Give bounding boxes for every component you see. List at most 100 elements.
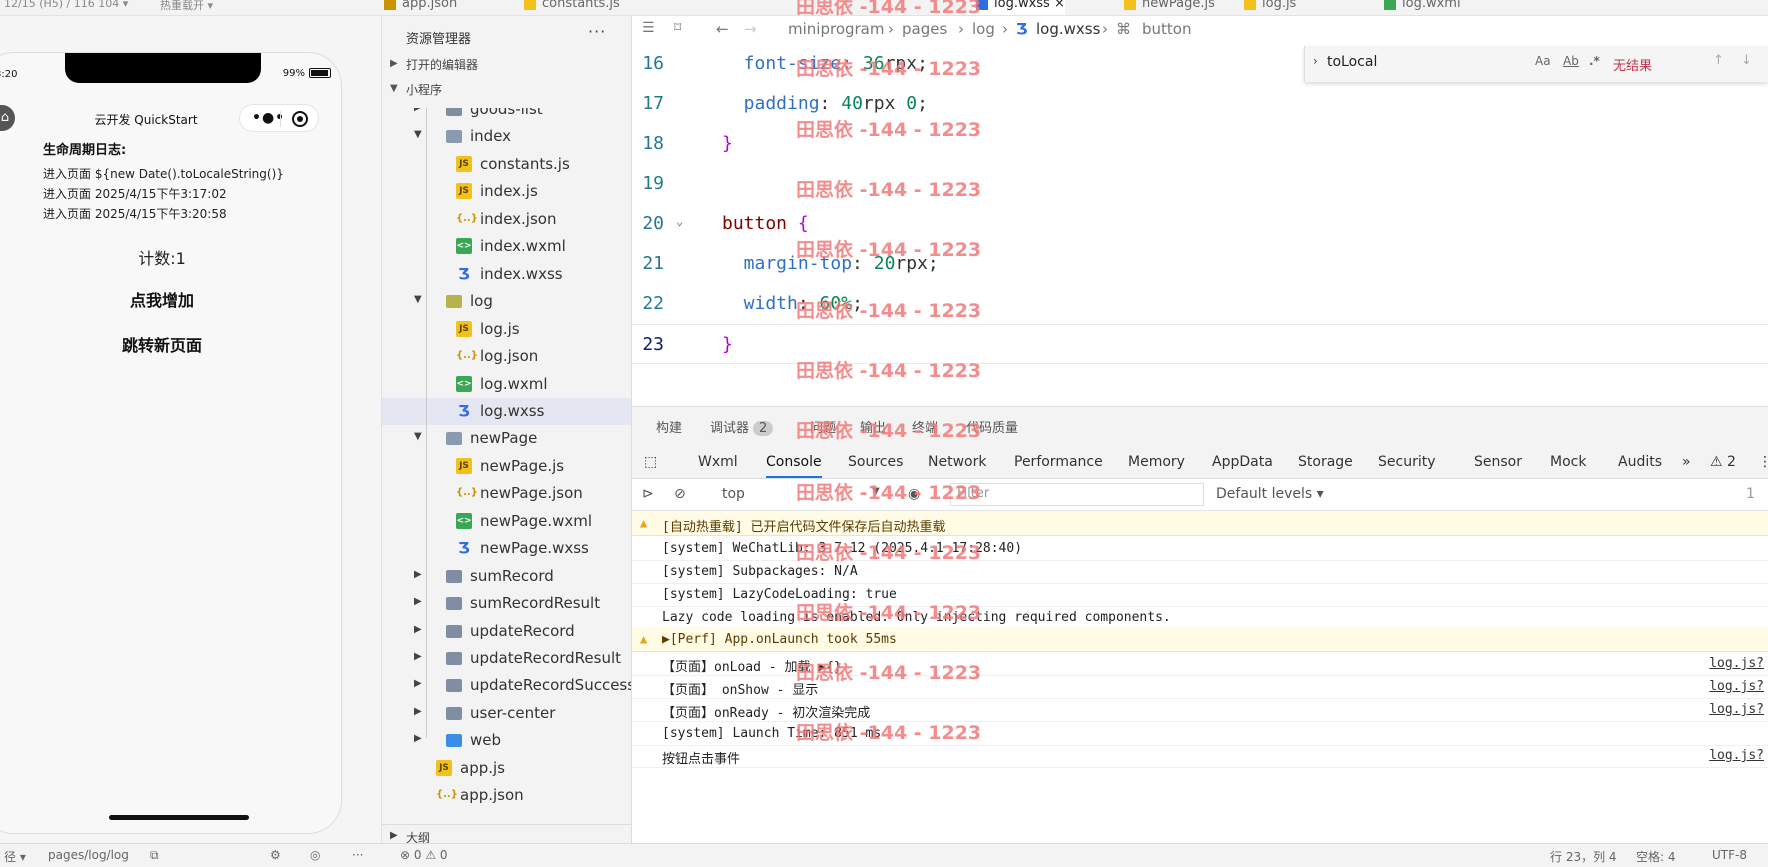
tree-file[interactable]: <> newPage.wxml bbox=[382, 508, 631, 535]
tree-folder[interactable]: ▶ user-center bbox=[382, 700, 631, 727]
tree-file[interactable]: {..} app.json bbox=[382, 782, 631, 809]
console-message[interactable]: [system] Launch Time: 851 ms bbox=[662, 726, 881, 741]
tree-file[interactable]: {..} index.json bbox=[382, 206, 631, 233]
eye-icon[interactable]: ◉ bbox=[908, 486, 920, 502]
console-message[interactable]: [system] LazyCodeLoading: true bbox=[662, 587, 897, 602]
console-message[interactable]: 【页面】onLoad - 加载 ▶{} bbox=[662, 656, 842, 675]
tree-folder[interactable]: ▼ log bbox=[382, 288, 631, 315]
tree-file[interactable]: JS log.js bbox=[382, 316, 631, 343]
regex-icon[interactable]: .* bbox=[1589, 54, 1600, 68]
context-select[interactable]: top bbox=[722, 486, 745, 502]
console-message[interactable]: [自动热重载] 已开启代码文件保存后自动热重载 bbox=[662, 516, 945, 535]
devtools-tab-audits[interactable]: Audits bbox=[1618, 454, 1662, 470]
outline-section[interactable]: ▶ 大纲 bbox=[382, 824, 631, 843]
file-tab[interactable]: constants.js bbox=[520, 0, 620, 15]
status-spaces[interactable]: 空格: 4 bbox=[1636, 848, 1676, 865]
tree-file[interactable]: JS constants.js bbox=[382, 151, 631, 178]
forward-arrow-icon[interactable]: → bbox=[744, 20, 757, 38]
tree-file[interactable]: JS index.js bbox=[382, 178, 631, 205]
back-arrow-icon[interactable]: ← bbox=[716, 20, 729, 38]
tree-file[interactable]: {..} newPage.json bbox=[382, 480, 631, 507]
breadcrumb-item[interactable]: log bbox=[972, 20, 995, 38]
console-message[interactable]: [system] WeChatLib: 3.7.12 (2025.4.1 17:… bbox=[662, 541, 1022, 556]
devtools-tab-performance[interactable]: Performance bbox=[1014, 454, 1103, 470]
tree-file[interactable]: Ʒindex.wxss bbox=[382, 261, 631, 288]
tab-problems[interactable]: 问题 bbox=[810, 417, 836, 436]
tree-folder[interactable]: ▼ index bbox=[382, 123, 631, 150]
settings-icon[interactable]: ⋮ bbox=[1758, 454, 1768, 470]
explorer-more-icon[interactable]: ··· bbox=[588, 22, 606, 41]
tree-file[interactable]: {..} log.json bbox=[382, 343, 631, 370]
close-miniprogram-icon[interactable] bbox=[292, 111, 308, 127]
file-tab[interactable]: newPage.js bbox=[1120, 0, 1215, 15]
code-line[interactable]: 21 margin-top: 20rpx; bbox=[632, 244, 1768, 284]
hot-reload-select[interactable]: 热重载开 ▾ bbox=[160, 0, 213, 13]
console-message[interactable]: 【页面】onReady - 初次渲染完成 bbox=[662, 702, 870, 721]
list-icon[interactable]: ☰ bbox=[642, 20, 655, 36]
file-tab[interactable]: log.wxml bbox=[1380, 0, 1461, 15]
status-position[interactable]: 行 23，列 4 bbox=[1550, 848, 1617, 865]
tree-folder[interactable]: ▼ newPage bbox=[382, 425, 631, 452]
tab-code-quality[interactable]: 代码质量 bbox=[966, 417, 1018, 436]
close-icon[interactable]: × bbox=[1050, 0, 1065, 11]
find-input[interactable]: toLocal bbox=[1327, 54, 1377, 70]
console-message[interactable]: 按钮点击事件 bbox=[662, 748, 740, 767]
tree-file[interactable]: Ʒlog.wxss bbox=[382, 397, 631, 425]
whole-word-icon[interactable]: Ab bbox=[1563, 54, 1579, 68]
toggle-replace-icon[interactable]: › bbox=[1313, 54, 1318, 68]
devtools-tab-memory[interactable]: Memory bbox=[1128, 454, 1185, 470]
tree-folder[interactable]: ▶ updateRecord bbox=[382, 618, 631, 645]
code-line[interactable]: 20 ⌄ button { bbox=[632, 204, 1768, 244]
devtools-tab-console[interactable]: Console bbox=[766, 454, 822, 478]
inspect-icon[interactable]: ⬚ bbox=[644, 454, 657, 470]
filter-input[interactable]: Filter bbox=[950, 483, 1204, 506]
fold-chevron-icon[interactable]: ⌄ bbox=[676, 214, 683, 228]
code-line[interactable]: 18} bbox=[632, 124, 1768, 164]
code-line[interactable]: 19 bbox=[632, 164, 1768, 204]
tree-folder[interactable]: ▶ web bbox=[382, 727, 631, 754]
tab-terminal[interactable]: 终端 bbox=[912, 417, 938, 436]
project-section[interactable]: ▼ 小程序 bbox=[382, 81, 631, 103]
settings-icon[interactable]: ⚙ bbox=[270, 848, 281, 862]
status-encoding[interactable]: UTF-8 bbox=[1712, 848, 1747, 862]
tree-folder[interactable]: ▶ sumRecordResult bbox=[382, 590, 631, 617]
copy-icon[interactable]: ⧉ bbox=[150, 848, 159, 863]
source-link[interactable]: log.js? bbox=[1709, 702, 1764, 717]
devtools-tab-sources[interactable]: Sources bbox=[848, 454, 903, 470]
console-message[interactable]: [system] Subpackages: N/A bbox=[662, 564, 858, 579]
tree-folder[interactable]: ▶ updateRecordResult bbox=[382, 645, 631, 672]
tree-folder[interactable]: ▶ updateRecordSuccess bbox=[382, 672, 631, 699]
preview-eye-icon[interactable]: ◎ bbox=[310, 848, 320, 862]
console-message[interactable]: Lazy code loading is enabled. Only injec… bbox=[662, 610, 1171, 625]
devtools-tab-wxml[interactable]: Wxml bbox=[698, 454, 738, 470]
tab-build[interactable]: 构建 bbox=[656, 417, 682, 436]
file-tab[interactable]: log.wxss × bbox=[972, 0, 1065, 15]
status-more-icon[interactable]: ··· bbox=[352, 848, 363, 862]
warning-count[interactable]: ⚠ 2 bbox=[1710, 454, 1736, 470]
devtools-tab-mock[interactable]: Mock bbox=[1550, 454, 1586, 470]
devtools-tab-appdata[interactable]: AppData bbox=[1212, 454, 1273, 470]
bookmark-icon[interactable]: ⌑ bbox=[674, 20, 681, 36]
code-line[interactable]: 23} bbox=[632, 324, 1768, 364]
home-icon[interactable]: ⌂ bbox=[0, 105, 15, 131]
breadcrumb-item[interactable]: pages bbox=[902, 20, 947, 38]
code-area[interactable]: 16 font-size: 36rpx; 17 padding: 40rpx 0;… bbox=[632, 44, 1768, 384]
next-match-icon[interactable]: ↓ bbox=[1741, 53, 1752, 68]
code-line[interactable]: 17 padding: 40rpx 0; bbox=[632, 84, 1768, 124]
device-select[interactable]: 12/15 (H5) / 116 104 ▾ bbox=[4, 0, 128, 10]
console-message[interactable]: 【页面】 onShow - 显示 bbox=[662, 679, 818, 698]
menu-capsule[interactable]: •●• bbox=[239, 104, 319, 132]
breadcrumb-item[interactable]: log.wxss bbox=[1036, 20, 1100, 38]
status-path-mode[interactable]: 径 ▾ bbox=[4, 848, 26, 865]
console-message[interactable]: ▶[Perf] App.onLaunch took 55ms bbox=[662, 632, 897, 647]
tab-debugger[interactable]: 调试器 2 bbox=[710, 417, 774, 436]
code-editor[interactable]: ☰ ⌑ ← → miniprogram › pages › log › Ʒ lo… bbox=[632, 16, 1768, 406]
source-link[interactable]: log.js? bbox=[1709, 748, 1764, 763]
file-tab[interactable]: log.js bbox=[1240, 0, 1296, 15]
tree-file[interactable]: <> index.wxml bbox=[382, 233, 631, 260]
context-dropdown-icon[interactable]: ▼ bbox=[872, 486, 880, 497]
match-case-icon[interactable]: Aa bbox=[1535, 54, 1551, 68]
status-page-path[interactable]: pages/log/log bbox=[48, 848, 129, 862]
code-line[interactable]: 22 width: 60%; bbox=[632, 284, 1768, 324]
source-link[interactable]: log.js? bbox=[1709, 679, 1764, 694]
